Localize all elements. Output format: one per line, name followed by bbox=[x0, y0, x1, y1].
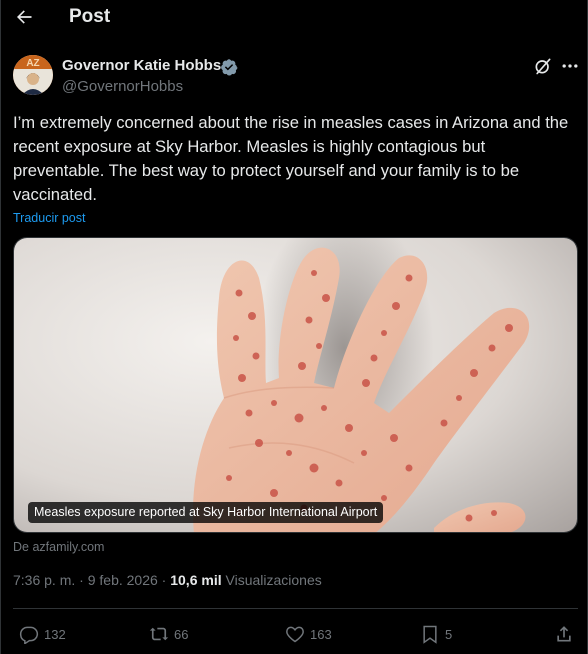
meta-separator: · bbox=[79, 572, 84, 588]
verified-badge-icon bbox=[220, 58, 238, 76]
divider bbox=[13, 608, 578, 609]
reply-button[interactable]: 132 bbox=[19, 624, 66, 644]
avatar[interactable]: AZ bbox=[13, 55, 53, 95]
action-bar: 132 66 163 5 bbox=[1, 620, 588, 650]
like-button[interactable]: 163 bbox=[285, 624, 332, 644]
avatar-logo-text: AZ bbox=[26, 58, 39, 69]
page-title: Post bbox=[69, 6, 111, 27]
translate-post-link[interactable]: Traducir post bbox=[13, 211, 85, 225]
author-handle[interactable]: @GovernorHobbs bbox=[62, 78, 183, 95]
views-count: 10,6 mil bbox=[170, 572, 222, 588]
back-arrow-icon[interactable] bbox=[13, 6, 35, 28]
author-name[interactable]: Governor Katie Hobbs bbox=[62, 57, 221, 74]
bookmark-icon bbox=[423, 625, 437, 644]
post-time[interactable]: 7:36 p. m. bbox=[13, 572, 75, 588]
media-caption: Measles exposure reported at Sky Harbor … bbox=[28, 502, 384, 523]
post-header: Post bbox=[1, 0, 588, 36]
bookmark-count: 5 bbox=[445, 626, 453, 642]
grok-icon[interactable] bbox=[533, 56, 553, 76]
repost-button[interactable]: 66 bbox=[149, 624, 188, 644]
post-text: I’m extremely concerned about the rise i… bbox=[13, 113, 569, 204]
share-button[interactable] bbox=[554, 624, 574, 644]
bookmark-button[interactable]: 5 bbox=[420, 624, 452, 644]
repost-count: 66 bbox=[174, 626, 189, 642]
measles-hand-photo bbox=[14, 238, 577, 532]
post-metadata: 7:36 p. m. · 9 feb. 2026 · 10,6 mil Visu… bbox=[13, 572, 322, 588]
like-count: 163 bbox=[310, 626, 332, 642]
share-icon bbox=[557, 626, 571, 642]
reply-icon bbox=[19, 626, 39, 644]
more-options-icon[interactable] bbox=[560, 56, 580, 76]
post-panel: Post AZ Governor Katie Hobbs @GovernorHo… bbox=[0, 0, 588, 654]
reply-count: 132 bbox=[44, 626, 66, 642]
heart-icon bbox=[286, 626, 304, 643]
post-media-image[interactable]: Measles exposure reported at Sky Harbor … bbox=[13, 237, 578, 533]
views-label: Visualizaciones bbox=[225, 572, 322, 588]
repost-icon bbox=[149, 627, 169, 641]
media-source-link[interactable]: De azfamily.com bbox=[13, 540, 104, 554]
post-date[interactable]: 9 feb. 2026 bbox=[88, 572, 158, 588]
meta-separator: · bbox=[161, 572, 167, 588]
